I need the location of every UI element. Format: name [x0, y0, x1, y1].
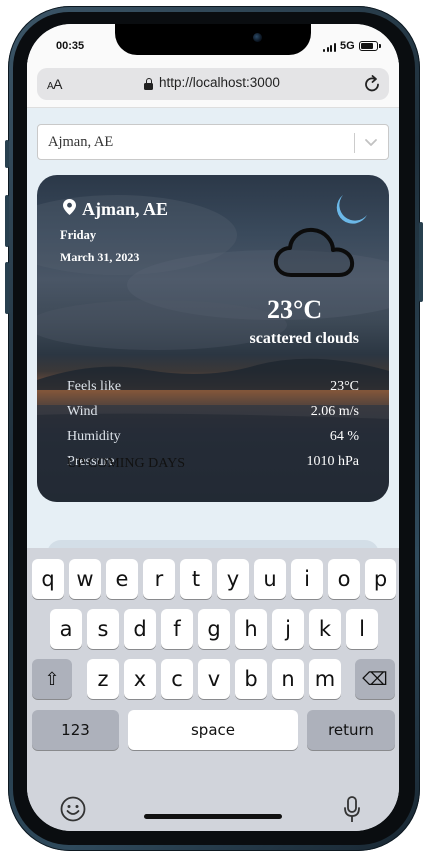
city-select[interactable]: Ajman, AE: [37, 124, 389, 160]
key-k[interactable]: k: [309, 609, 341, 649]
upcoming-days-title: UP COMING DAYS: [67, 456, 185, 471]
key-e[interactable]: e: [106, 559, 138, 599]
battery-icon: [359, 41, 381, 51]
weather-description: scattered clouds: [249, 330, 359, 347]
key-b[interactable]: b: [235, 659, 267, 699]
phone-screen: 00:35 5G AA http://localhost:3000 Ajman,…: [27, 24, 399, 831]
volume-up-button: [5, 195, 9, 247]
lock-icon: [144, 78, 153, 90]
key-x[interactable]: x: [124, 659, 156, 699]
cloud-icon: [273, 227, 355, 277]
pressure-value: 1010 hPa: [306, 454, 360, 469]
key-o[interactable]: o: [328, 559, 360, 599]
browser-toolbar: AA http://localhost:3000: [27, 60, 399, 108]
backspace-key[interactable]: ⌫: [355, 659, 395, 699]
notch: [115, 24, 311, 55]
power-button: [419, 222, 423, 302]
key-w[interactable]: w: [69, 559, 101, 599]
key-i[interactable]: i: [291, 559, 323, 599]
volume-down-button: [5, 262, 9, 314]
key-g[interactable]: g: [198, 609, 230, 649]
key-y[interactable]: y: [217, 559, 249, 599]
key-r[interactable]: r: [143, 559, 175, 599]
space-key[interactable]: space: [128, 710, 298, 750]
select-separator: [354, 133, 355, 153]
temperature: 23°C: [267, 295, 323, 324]
key-f[interactable]: f: [161, 609, 193, 649]
key-l[interactable]: l: [346, 609, 378, 649]
key-a[interactable]: a: [50, 609, 82, 649]
signal-icon: [323, 42, 337, 52]
city-name: Ajman, AE: [82, 199, 169, 219]
network-label: 5G: [340, 40, 355, 52]
mic-icon[interactable]: [343, 796, 361, 824]
key-v[interactable]: v: [198, 659, 230, 699]
key-q[interactable]: q: [32, 559, 64, 599]
reload-icon[interactable]: [362, 74, 382, 94]
key-t[interactable]: t: [180, 559, 212, 599]
key-c[interactable]: c: [161, 659, 193, 699]
keyboard: q w e r t y u i o p a s d f g h j k l ⇧ …: [27, 548, 399, 831]
weather-card: Ajman, AE Friday March 31, 2023 23°C sca…: [37, 175, 389, 502]
key-u[interactable]: u: [254, 559, 286, 599]
humidity-label: Humidity: [67, 429, 121, 444]
humidity-value: 64 %: [329, 429, 359, 444]
city-select-value: Ajman, AE: [48, 134, 114, 150]
return-key[interactable]: return: [307, 710, 395, 750]
url-text[interactable]: http://localhost:3000: [159, 75, 280, 90]
feels-like-value: 23°C: [330, 379, 359, 394]
wind-value: 2.06 m/s: [310, 404, 359, 419]
text-size-button[interactable]: AA: [47, 76, 63, 92]
emoji-icon[interactable]: [60, 796, 86, 822]
shift-key[interactable]: ⇧: [32, 659, 72, 699]
wind-label: Wind: [67, 404, 98, 419]
location-pin-icon: [63, 199, 76, 215]
home-indicator[interactable]: [144, 814, 282, 819]
key-j[interactable]: j: [272, 609, 304, 649]
key-h[interactable]: h: [235, 609, 267, 649]
app-content: Ajman, AE Ajman, AE Friday March 31, 202: [27, 109, 399, 549]
day-name: Friday: [60, 228, 97, 242]
key-p[interactable]: p: [365, 559, 396, 599]
key-n[interactable]: n: [272, 659, 304, 699]
numbers-key[interactable]: 123: [32, 710, 119, 750]
key-m[interactable]: m: [309, 659, 341, 699]
key-d[interactable]: d: [124, 609, 156, 649]
front-camera: [253, 33, 262, 42]
chevron-down-icon[interactable]: [362, 133, 380, 151]
key-z[interactable]: z: [87, 659, 119, 699]
feels-like-label: Feels like: [67, 379, 122, 394]
key-s[interactable]: s: [87, 609, 119, 649]
address-bar[interactable]: AA http://localhost:3000: [37, 68, 389, 100]
date-text: March 31, 2023: [60, 250, 140, 264]
side-button: [5, 140, 9, 168]
status-time: 00:35: [56, 40, 85, 52]
